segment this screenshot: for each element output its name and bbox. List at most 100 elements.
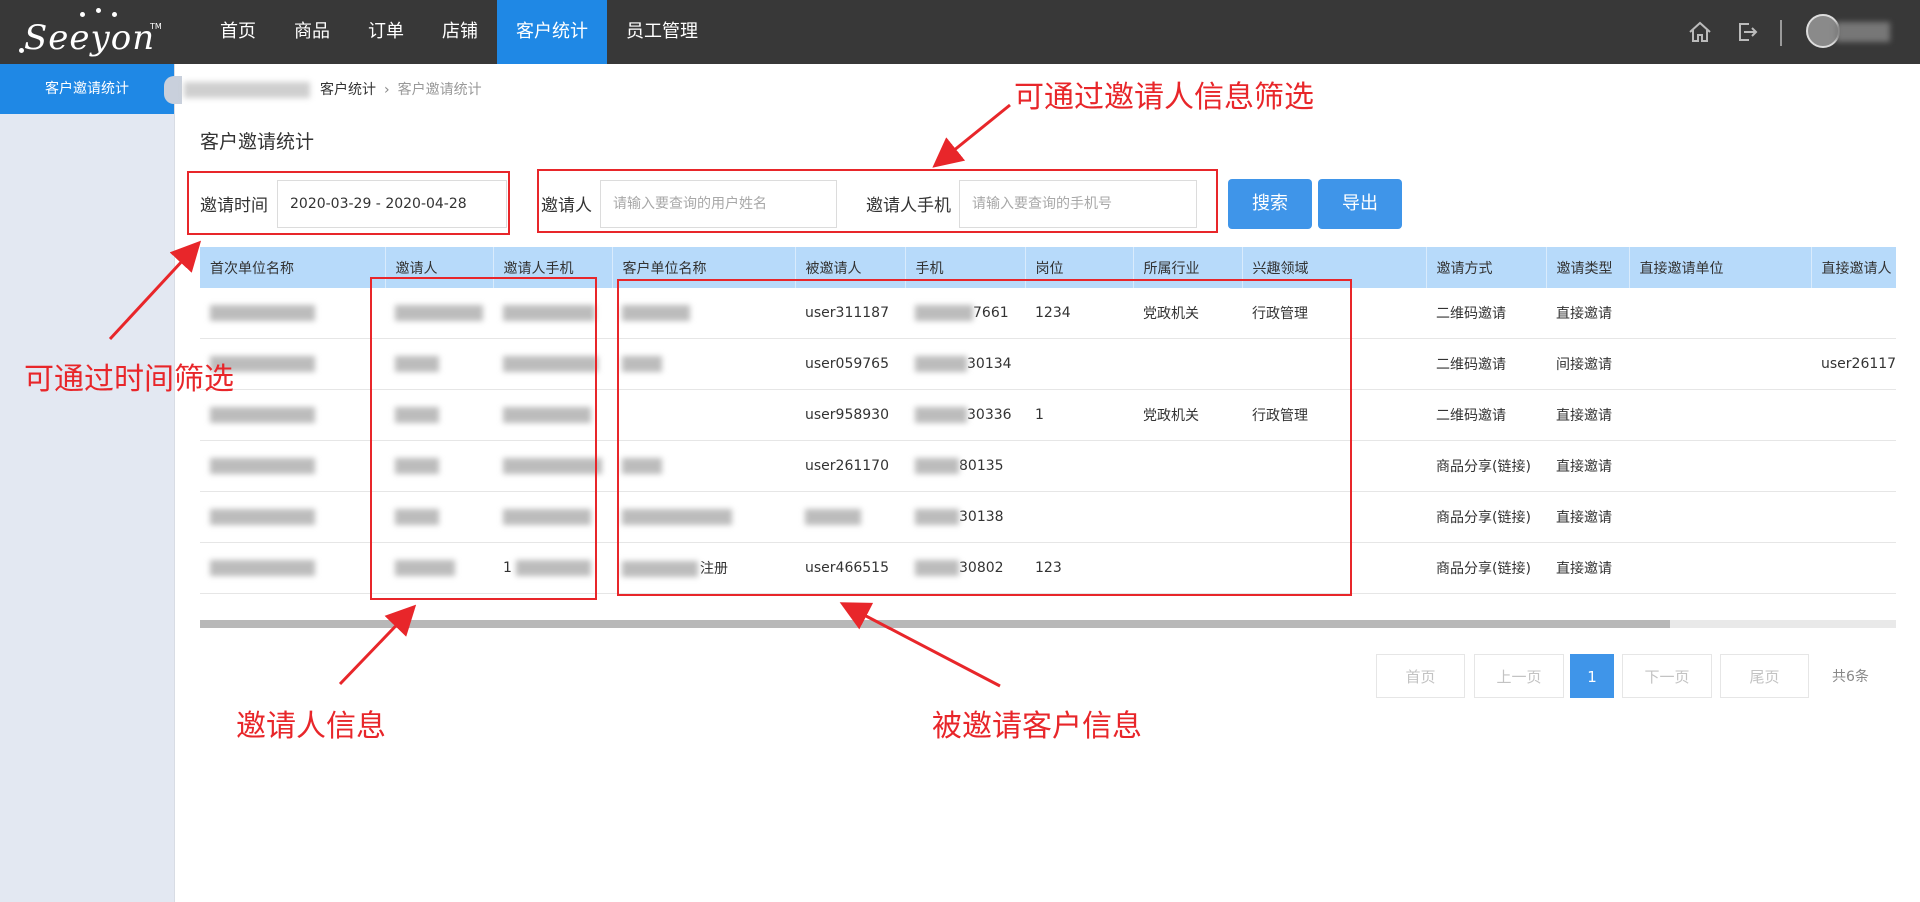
next-page-button[interactable]: 下一页 xyxy=(1622,654,1712,698)
seeyon-logo[interactable]: Seeyon TM xyxy=(16,8,166,58)
user-menu[interactable] xyxy=(1806,14,1894,50)
breadcrumb-parent[interactable]: 客户统计 xyxy=(320,82,376,98)
annotation-invitee-info-text: 被邀请客户信息 xyxy=(932,709,1142,744)
user-name-redacted xyxy=(1836,22,1890,42)
table-row[interactable]: 30138 商品分享(链接) 直接邀请 xyxy=(200,491,1896,543)
column-header: 直接邀请人 xyxy=(1811,247,1896,288)
table-cell xyxy=(1629,440,1811,492)
table-cell xyxy=(200,440,385,492)
redacted-text xyxy=(622,458,662,474)
nav-item-stores[interactable]: 店铺 xyxy=(423,0,497,64)
redacted-text xyxy=(622,561,698,577)
redacted-text xyxy=(915,509,959,525)
column-header: 岗位 xyxy=(1025,247,1134,288)
breadcrumb-collapse-tab[interactable] xyxy=(164,76,182,104)
main-nav: 首页 商品 订单 店铺 客户统计 员工管理 xyxy=(201,0,717,64)
table-row[interactable]: user261170 80135 商品分享(链接) 直接邀请 xyxy=(200,440,1896,492)
inviter-name-input[interactable] xyxy=(600,180,837,228)
nav-item-staff-management[interactable]: 员工管理 xyxy=(607,0,717,64)
column-header: 手机 xyxy=(905,247,1026,288)
redacted-text xyxy=(210,407,315,423)
table-row[interactable]: 1 注册 user466515 30802 123 商品分享(链接) 直接邀请 xyxy=(200,542,1896,594)
unit-suffix: 注册 xyxy=(700,561,728,577)
nav-item-customer-stats[interactable]: 客户统计 xyxy=(497,0,607,64)
invite-time-range-input[interactable] xyxy=(277,180,507,228)
table-cell xyxy=(1133,338,1242,390)
total-count: 共6条 xyxy=(1832,669,1869,685)
column-header: 邀请类型 xyxy=(1546,247,1630,288)
table-cell: user311187 xyxy=(795,288,905,339)
column-header: 邀请方式 xyxy=(1426,247,1547,288)
table-cell xyxy=(1629,288,1811,339)
nav-item-orders[interactable]: 订单 xyxy=(349,0,423,64)
table-cell xyxy=(1811,542,1896,594)
annotation-inviter-filter-text: 可通过邀请人信息筛选 xyxy=(1014,80,1314,115)
topbar-divider xyxy=(1780,20,1782,46)
sidebar-divider xyxy=(174,64,175,902)
logout-icon[interactable] xyxy=(1733,18,1761,46)
redacted-text xyxy=(503,407,591,423)
column-header: 直接邀请单位 xyxy=(1629,247,1812,288)
redacted-text xyxy=(395,458,439,474)
redacted-text xyxy=(503,305,595,321)
phone-suffix: 80135 xyxy=(959,458,1004,474)
table-cell xyxy=(1242,491,1426,543)
table-cell: 二维码邀请 xyxy=(1426,338,1546,390)
redacted-text xyxy=(395,560,455,576)
redacted-text xyxy=(210,560,315,576)
nav-item-home[interactable]: 首页 xyxy=(201,0,275,64)
nav-item-products[interactable]: 商品 xyxy=(275,0,349,64)
table-cell xyxy=(1629,389,1811,441)
table-cell: 80135 xyxy=(905,440,1025,492)
redacted-text xyxy=(622,356,662,372)
table-cell xyxy=(1133,440,1242,492)
table-cell xyxy=(612,491,795,543)
page-number-button[interactable]: 1 xyxy=(1570,654,1614,698)
logo-wordmark: Seeyon xyxy=(24,18,156,58)
last-page-button[interactable]: 尾页 xyxy=(1720,654,1809,698)
table-cell xyxy=(1025,338,1133,390)
table-cell xyxy=(1629,542,1811,594)
horizontal-scrollbar-thumb[interactable] xyxy=(200,620,1670,628)
column-header: 兴趣领域 xyxy=(1242,247,1427,288)
phone-prefix: 1 xyxy=(503,560,512,576)
sidebar: 客户邀请统计 xyxy=(0,64,174,902)
table-cell xyxy=(200,542,385,594)
home-icon[interactable] xyxy=(1686,18,1714,46)
prev-page-button[interactable]: 上一页 xyxy=(1474,654,1564,698)
table-row[interactable]: user311187 7661 1234 党政机关 行政管理 二维码邀请 直接邀… xyxy=(200,288,1896,339)
table-cell: 行政管理 xyxy=(1242,389,1426,441)
table-cell: 商品分享(链接) xyxy=(1426,542,1546,594)
table-cell: 直接邀请 xyxy=(1546,440,1629,492)
table-cell xyxy=(493,389,612,441)
search-button[interactable]: 搜索 xyxy=(1228,179,1312,229)
table-row[interactable]: user059765 30134 二维码邀请 间接邀请 user261170 xyxy=(200,338,1896,390)
table-cell: 行政管理 xyxy=(1242,288,1426,339)
table-row[interactable]: user958930 30336 1 党政机关 行政管理 二维码邀请 直接邀请 xyxy=(200,389,1896,441)
avatar xyxy=(1806,14,1840,48)
table-cell: 党政机关 xyxy=(1133,288,1242,339)
phone-suffix: 30138 xyxy=(959,509,1004,525)
table-cell xyxy=(1629,338,1811,390)
table-cell xyxy=(200,491,385,543)
first-page-button[interactable]: 首页 xyxy=(1376,654,1465,698)
table-cell: 30138 xyxy=(905,491,1025,543)
table-cell: 123 xyxy=(1025,542,1133,594)
table-cell xyxy=(1811,288,1896,339)
annotation-time-filter-text: 可通过时间筛选 xyxy=(24,362,234,397)
table-cell: user466515 xyxy=(795,542,905,594)
table-cell: 二维码邀请 xyxy=(1426,288,1546,339)
table-cell xyxy=(200,288,385,339)
table-cell xyxy=(1025,491,1133,543)
inviter-phone-input[interactable] xyxy=(959,180,1197,228)
arrow-inviter-filter xyxy=(932,103,1011,168)
table-cell: 商品分享(链接) xyxy=(1426,440,1546,492)
table-cell xyxy=(612,440,795,492)
breadcrumb-current: 客户邀请统计 xyxy=(397,82,482,98)
phone-suffix: 7661 xyxy=(973,305,1009,321)
export-button[interactable]: 导出 xyxy=(1318,179,1402,229)
invite-stats-table: 首次单位名称 邀请人 邀请人手机 客户单位名称 被邀请人 手机 岗位 所属行业 … xyxy=(200,247,1896,623)
table-cell xyxy=(1025,440,1133,492)
table-cell xyxy=(385,389,493,441)
sidebar-item-customer-invite-stats[interactable]: 客户邀请统计 xyxy=(0,64,174,114)
